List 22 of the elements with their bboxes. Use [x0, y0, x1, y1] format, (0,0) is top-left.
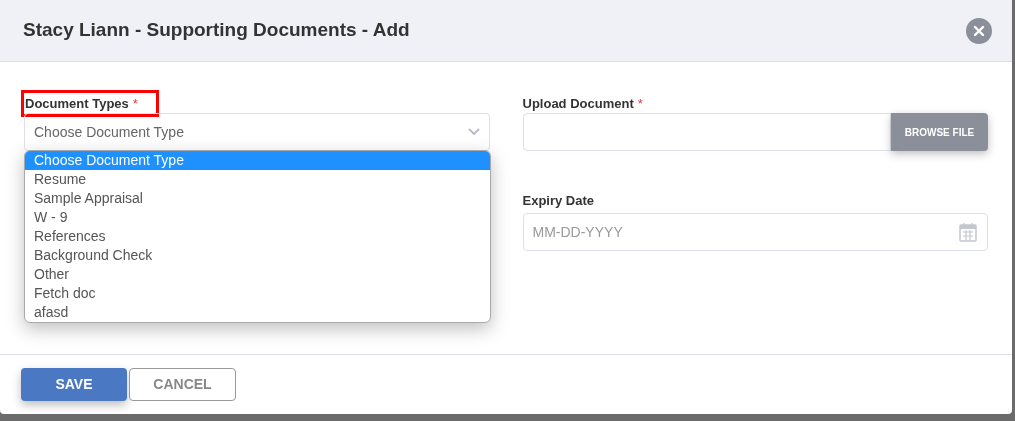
dropdown-option[interactable]: Sample Appraisal — [25, 189, 490, 208]
calendar-icon — [959, 222, 977, 242]
cancel-button[interactable]: CANCEL — [129, 368, 236, 401]
dropdown-option[interactable]: Fetch doc — [25, 284, 490, 303]
dropdown-option[interactable]: afasd — [25, 303, 490, 322]
dropdown-option[interactable]: References — [25, 227, 490, 246]
close-icon — [973, 24, 985, 37]
dropdown-option[interactable]: W - 9 — [25, 208, 490, 227]
field-label: Upload Document — [522, 94, 634, 113]
field-label: Expiry Date — [522, 192, 595, 211]
required-mark: * — [132, 94, 138, 113]
dialog-title: Stacy Liann - Supporting Documents - Add — [23, 18, 410, 43]
dropdown-option[interactable]: Background Check — [25, 246, 490, 265]
save-button[interactable]: SAVE — [21, 368, 127, 401]
dropdown-option[interactable]: Resume — [25, 170, 490, 189]
expiry-date-field[interactable]: MM-DD-YYYY — [522, 213, 988, 251]
upload-field[interactable] — [522, 113, 891, 151]
dropdown-option[interactable]: Other — [25, 265, 490, 284]
required-mark: * — [637, 94, 643, 113]
field-label: Document Types — [25, 94, 129, 113]
chevron-down-icon — [467, 128, 480, 136]
close-button[interactable] — [966, 17, 992, 44]
